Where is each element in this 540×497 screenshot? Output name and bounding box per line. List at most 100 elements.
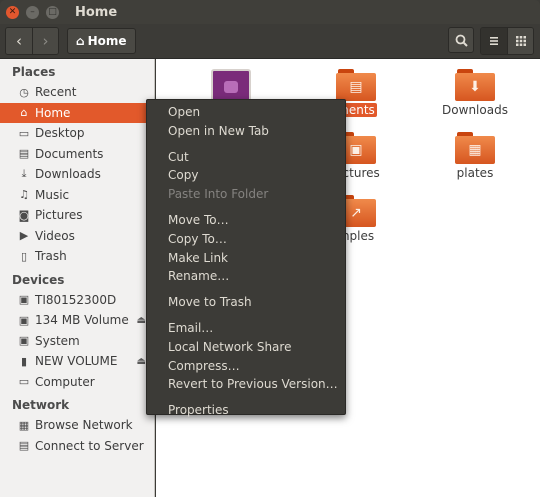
menu-separator <box>147 286 345 293</box>
network-icon: ▦ <box>18 418 30 432</box>
usb-icon: ▮ <box>20 354 28 368</box>
nav-buttons: ‹ › <box>5 27 59 55</box>
sidebar-item-label: Music <box>35 187 70 202</box>
search-icon <box>455 34 468 47</box>
folder-documents-icon: ▤ <box>336 69 376 101</box>
menu-icon <box>490 37 498 45</box>
folder-download-icon: ⬇ <box>455 69 495 101</box>
menu-item-move-to-trash[interactable]: Move to Trash <box>147 293 345 312</box>
file-item[interactable]: ▦ plates <box>430 132 520 180</box>
sidebar-item-computer[interactable]: ▭ Computer <box>0 372 154 393</box>
devices-heading: Devices <box>12 272 65 287</box>
sidebar-item-ti80152300d[interactable]: ▣ TI80152300D <box>0 290 154 311</box>
sidebar-item-134-mb-volume[interactable]: ▣ 134 MB Volume ⏏ <box>0 310 154 331</box>
chevron-right-icon: › <box>42 32 49 50</box>
computer-icon: ▭ <box>18 375 30 389</box>
maximize-window-button[interactable]: □ <box>46 5 59 19</box>
camera-icon: ◙ <box>18 208 30 222</box>
sidebar: Places ◷ Recent ⌂ Home ▭ Desktop ▤ Documents ⤓ Do… <box>0 59 155 497</box>
menu-separator <box>147 204 345 211</box>
menu-item-move-to[interactable]: Move To… <box>147 211 345 230</box>
sidebar-item-connect-to-server[interactable]: ▤ Connect to Server <box>0 436 154 457</box>
sidebar-item-label: Trash <box>35 249 67 264</box>
grid-icon <box>515 36 526 46</box>
menu-item-make-link[interactable]: Make Link <box>147 249 345 268</box>
menu-item-email[interactable]: Email… <box>147 319 345 338</box>
sidebar-item-label: TI80152300D <box>35 292 117 307</box>
drive-icon: ▣ <box>18 334 30 348</box>
menu-item-copy-to[interactable]: Copy To… <box>147 230 345 249</box>
close-icon: ✕ <box>8 6 17 17</box>
sidebar-item-label: NEW VOLUME <box>35 354 118 369</box>
list-view-button[interactable] <box>481 28 507 54</box>
close-window-button[interactable]: ✕ <box>6 5 19 19</box>
trash-icon: ▯ <box>20 249 28 263</box>
path-label: Home <box>87 34 127 48</box>
sidebar-item-label: Videos <box>35 228 75 243</box>
menu-item-compress[interactable]: Compress… <box>147 357 345 376</box>
sidebar-item-pictures[interactable]: ◙ Pictures <box>0 205 154 226</box>
menu-item-open[interactable]: Open <box>147 103 345 122</box>
menu-item-open-in-new-tab[interactable]: Open in New Tab <box>147 122 345 141</box>
home-icon: ⌂ <box>76 34 85 48</box>
sidebar-item-browse-network[interactable]: ▦ Browse Network <box>0 415 154 436</box>
minimize-window-button[interactable]: – <box>26 5 39 19</box>
server-icon: ▤ <box>18 439 30 453</box>
sidebar-item-label: Browse Network <box>35 418 133 433</box>
sidebar-item-label: Pictures <box>35 208 83 223</box>
drive-icon: ▣ <box>18 313 30 327</box>
menu-item-properties[interactable]: Properties <box>147 401 345 420</box>
grid-view-button[interactable] <box>507 28 533 54</box>
title-bar: ✕ – □ Home <box>0 0 540 24</box>
sidebar-item-system[interactable]: ▣ System <box>0 331 154 352</box>
home-icon: ⌂ <box>20 106 28 120</box>
path-home-button[interactable]: ⌂ Home <box>67 28 136 54</box>
eject-icon[interactable]: ⏏ <box>137 356 146 367</box>
menu-separator <box>147 141 345 148</box>
back-button[interactable]: ‹ <box>6 28 32 54</box>
menu-item-revert-to-previous-version[interactable]: Revert to Previous Version… <box>147 375 345 394</box>
sidebar-item-label: 134 MB Volume <box>35 313 129 328</box>
network-heading: Network <box>12 398 70 412</box>
sidebar-item-label: System <box>35 333 80 348</box>
search-button[interactable] <box>448 27 474 53</box>
clock-icon: ◷ <box>19 85 29 99</box>
maximize-icon: □ <box>48 6 57 17</box>
sidebar-item-label: Documents <box>35 146 104 161</box>
sidebar-item-new-volume[interactable]: ▮ NEW VOLUME ⏏ <box>0 351 154 372</box>
sidebar-item-videos[interactable]: ▶ Videos <box>0 226 154 247</box>
music-icon: ♫ <box>19 188 29 202</box>
menu-separator <box>147 312 345 319</box>
chevron-left-icon: ‹ <box>16 32 22 50</box>
sidebar-item-downloads[interactable]: ⤓ Downloads <box>0 164 154 185</box>
video-icon: ▶ <box>19 229 29 243</box>
menu-item-paste-into-folder: Paste Into Folder <box>168 187 269 202</box>
window-title: Home <box>75 4 118 20</box>
places-heading: Places <box>12 65 56 79</box>
sidebar-item-label: Computer <box>35 374 95 389</box>
menu-item-local-network-share[interactable]: Local Network Share <box>147 338 345 357</box>
sidebar-item-label: Connect to Server <box>35 438 144 453</box>
toolbar: ‹ › ⌂ Home <box>0 24 540 59</box>
eject-icon[interactable]: ⏏ <box>137 315 146 326</box>
download-icon: ⤓ <box>21 167 27 181</box>
drive-icon: ▣ <box>18 293 30 307</box>
file-label: Downloads <box>442 103 508 117</box>
forward-button[interactable]: › <box>32 28 58 54</box>
examples-app-icon <box>211 69 251 103</box>
menu-item-rename[interactable]: Rename… <box>147 267 345 286</box>
sidebar-item-documents[interactable]: ▤ Documents <box>0 144 154 165</box>
menu-separator <box>147 394 345 401</box>
file-item[interactable]: ⬇ Downloads <box>430 69 520 117</box>
sidebar-item-recent[interactable]: ◷ Recent <box>0 82 154 103</box>
sidebar-item-trash[interactable]: ▯ Trash <box>0 246 154 267</box>
sidebar-item-label: Home <box>35 105 71 120</box>
menu-item-copy[interactable]: Copy <box>147 166 345 185</box>
menu-item-cut[interactable]: Cut <box>147 148 345 167</box>
sidebar-item-label: Desktop <box>35 126 85 141</box>
sidebar-item-music[interactable]: ♫ Music <box>0 185 154 206</box>
context-menu: Open Open in New Tab Cut Copy Paste Into Fol… <box>146 99 346 417</box>
sidebar-item-label: Downloads <box>35 167 101 182</box>
sidebar-item-desktop[interactable]: ▭ Desktop <box>0 123 154 144</box>
sidebar-item-home[interactable]: ⌂ Home <box>0 102 154 123</box>
